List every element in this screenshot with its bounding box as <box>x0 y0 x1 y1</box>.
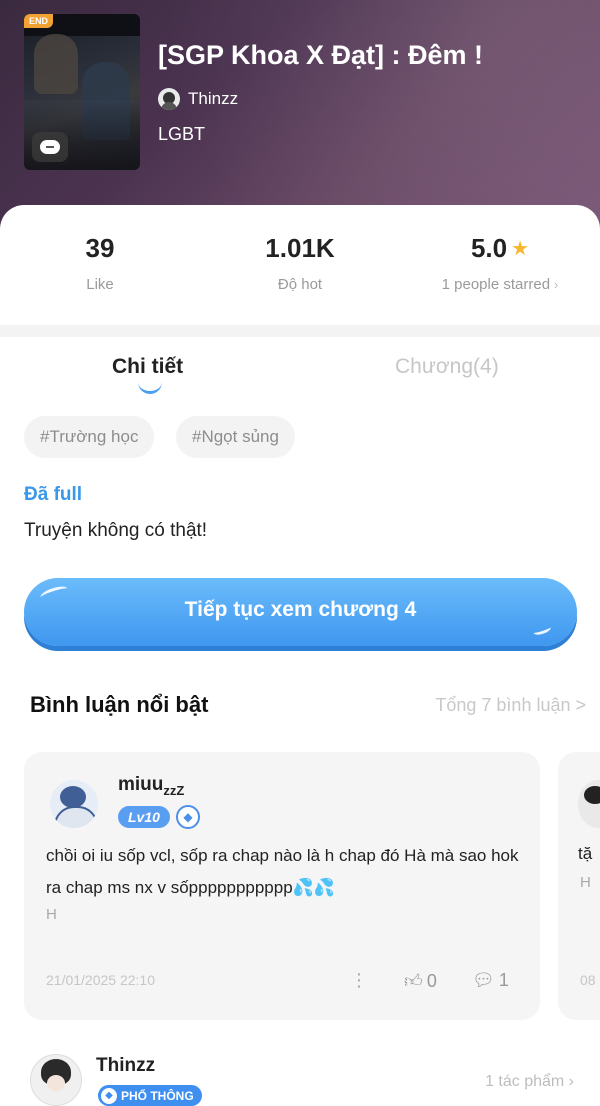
rating-label: 1 people starred <box>441 276 551 293</box>
tag-chip[interactable]: #Trường học <box>24 416 155 458</box>
comment-text: tặ <box>578 844 593 863</box>
tab-active-indicator <box>138 382 162 394</box>
author-footer-name[interactable]: Thinzz <box>96 1055 155 1077</box>
comment-icon: 💬︎ <box>472 970 495 990</box>
star-icon: ★ <box>511 238 530 260</box>
author-link[interactable]: Thinzz <box>158 88 238 110</box>
tab-chapters[interactable]: Chương(4) <box>395 355 499 379</box>
book-cover[interactable]: END <box>24 14 140 170</box>
more-options-icon[interactable]: ⋮ <box>350 970 368 991</box>
continue-reading-button[interactable]: Tiếp tục xem chương 4 <box>24 578 577 646</box>
view-all-comments-link[interactable]: Tổng 7 bình luận > <box>435 695 586 716</box>
end-badge: END <box>24 14 54 28</box>
comment-text: chồi oi iu sốp vcl, sốp ra chap nào là h… <box>46 846 519 897</box>
comment-date: 21/01/2025 22:10 <box>46 972 155 988</box>
stat-rating[interactable]: 5.0 ★ 1 people starred › <box>420 233 580 293</box>
stats-card: 39 Like 1.01K Độ hot 5.0 ★ 1 people starr… <box>0 205 600 325</box>
avatar[interactable] <box>578 780 600 828</box>
book-description: Truyện không có thật! <box>24 520 208 541</box>
book-title: [SGP Khoa X Đạt] : Đêm ! <box>158 40 484 70</box>
level-badge: Lv10 <box>118 806 170 828</box>
genre-label: LGBT <box>158 124 206 144</box>
author-footer-avatar[interactable] <box>30 1054 82 1106</box>
book-header: END [SGP Khoa X Đạt] : Đêm ! Thinzz LGBT <box>0 0 600 240</box>
tab-detail[interactable]: Chi tiết <box>112 355 183 379</box>
tag-chip[interactable]: #Ngọt sủng <box>176 416 295 458</box>
author-rank-badge: ◆ PHỔ THÔNG <box>98 1085 202 1106</box>
continue-reading-label: Tiếp tục xem chương 4 <box>184 598 417 621</box>
stat-hot: 1.01K Độ hot <box>265 233 335 293</box>
author-works-link[interactable]: 1 tác phẩm › <box>485 1073 574 1091</box>
reply-button[interactable]: 💬︎ 1 <box>472 970 509 991</box>
comment-card[interactable]: miuuzzZ Lv10 ◆ chồi oi iu sốp vcl, sốp r… <box>24 752 540 1020</box>
chevron-right-icon: › <box>554 277 559 292</box>
thumbs-up-icon: 👍︎ <box>404 971 423 991</box>
comment-bubble-icon <box>32 132 68 162</box>
comment-sub: H <box>46 906 57 923</box>
comments-section-title: Bình luận nổi bật <box>30 692 209 717</box>
stat-like: 39 Like <box>85 233 115 293</box>
section-divider <box>0 325 600 337</box>
comment-sub: H <box>580 874 591 891</box>
like-button[interactable]: 👍︎ 0 <box>404 970 437 992</box>
comment-card[interactable]: tặ H 08 <box>558 752 600 1020</box>
comment-date: 08 <box>580 972 596 988</box>
rating-value: 5.0 <box>470 233 508 263</box>
comment-username: miuuzzZ <box>118 774 185 798</box>
avatar[interactable] <box>50 780 98 828</box>
author-avatar <box>158 88 180 110</box>
author-name: Thinzz <box>188 89 239 108</box>
completion-status: Đã full <box>24 484 83 505</box>
rank-badge-icon: ◆ <box>176 805 200 829</box>
rank-icon: ◆ <box>101 1087 117 1104</box>
